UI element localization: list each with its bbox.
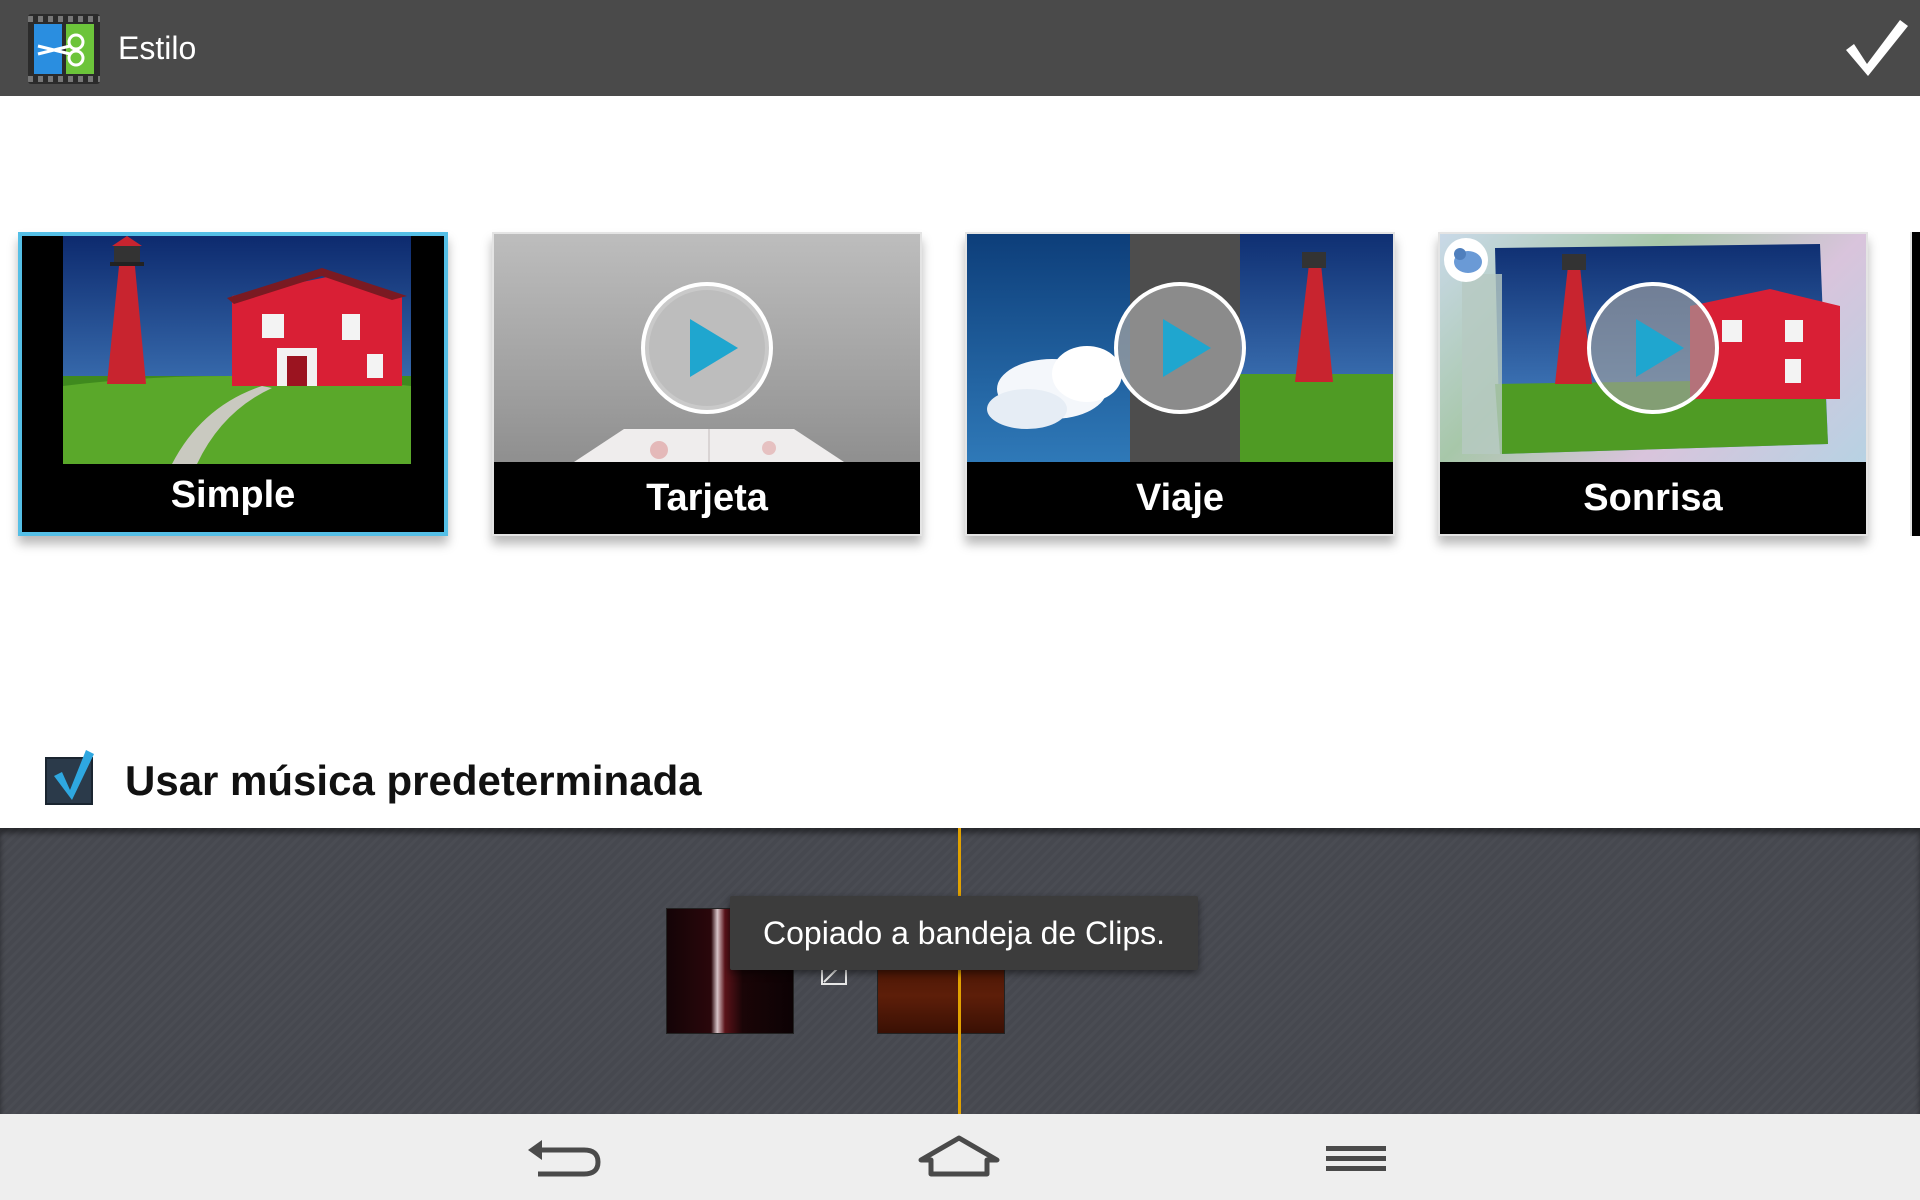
style-card-simple[interactable]: Simple [18,232,448,536]
video-editor-app-icon[interactable] [28,14,100,84]
timeline[interactable]: Copiado a bandeja de Clips. [0,828,1920,1114]
playhead[interactable] [958,828,961,1114]
app-root: Estilo Simple Tarjeta Viaje Sonrisa Usar… [0,0,1920,1200]
style-card-next-partial[interactable] [1910,232,1920,536]
style-card-viaje[interactable]: Viaje [965,232,1395,536]
checkmark-icon [1846,20,1908,76]
style-preview-viaje [967,234,1393,462]
play-icon[interactable] [1113,281,1247,415]
style-label: Sonrisa [1583,477,1723,519]
confirm-button[interactable] [1840,14,1912,82]
page-title: Estilo [118,30,197,66]
default-music-checkbox[interactable] [44,748,96,806]
style-label: Viaje [1135,477,1225,519]
navigation-bar [0,1114,1920,1200]
default-music-label: Usar música predeterminada [125,757,702,804]
back-icon[interactable] [502,1122,622,1192]
style-card-sonrisa[interactable]: Sonrisa [1438,232,1868,536]
toast-message: Copiado a bandeja de Clips. [730,896,1199,970]
play-icon[interactable] [1586,281,1720,415]
style-preview-tarjeta [494,234,920,462]
style-card-tarjeta[interactable]: Tarjeta [492,232,922,536]
menu-icon[interactable] [1296,1122,1416,1192]
style-label: Tarjeta [646,477,768,519]
play-icon[interactable] [640,281,774,415]
home-icon[interactable] [899,1122,1019,1192]
style-carousel: Simple Tarjeta Viaje Sonrisa [0,232,1920,542]
style-preview-simple [22,236,444,464]
style-preview-sonrisa [1440,234,1866,462]
style-label: Simple [170,474,296,516]
action-bar: Estilo [0,0,1920,96]
